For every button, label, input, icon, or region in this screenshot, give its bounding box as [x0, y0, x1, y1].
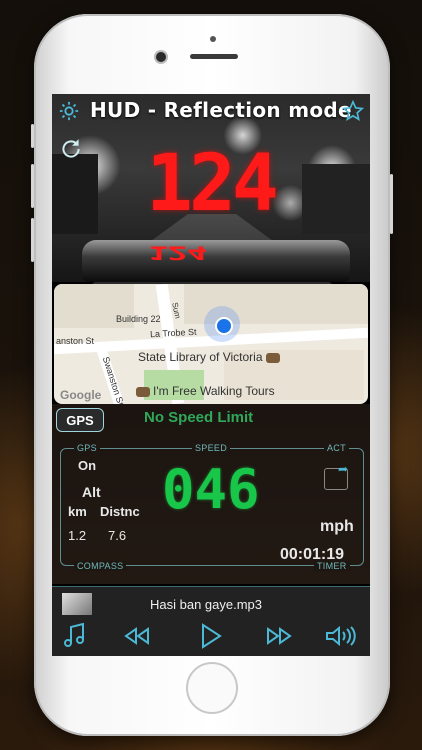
refresh-icon[interactable] [58, 136, 84, 162]
current-location-marker [204, 306, 240, 342]
act-section-label: ACT [324, 443, 349, 453]
player-controls [52, 617, 370, 656]
distance-value: 7.6 [108, 528, 127, 543]
distance-label: Distnc [100, 504, 140, 519]
fast-forward-icon[interactable] [262, 621, 296, 651]
car-dashboard [82, 240, 350, 282]
play-icon[interactable] [194, 621, 228, 651]
rewind-icon[interactable] [120, 621, 154, 651]
gps-section-label: GPS [74, 443, 100, 453]
app-screen: HUD - Reflection mode 124 124 Building 2… [52, 94, 370, 656]
tour-poi-icon [136, 386, 150, 397]
star-icon[interactable] [342, 100, 364, 122]
gps-state: On [78, 458, 97, 473]
hud-reflection-display: 124 [148, 241, 207, 264]
gps-button[interactable]: GPS [56, 408, 104, 432]
alt-label: Alt [82, 484, 101, 500]
speed-panel: GPS No Speed Limit GPS SPEED ACT COMPASS… [52, 404, 370, 584]
map-view[interactable]: Building 22 Sum anston St La Trobe St Sw… [54, 284, 368, 404]
compass-section-label: COMPASS [74, 561, 127, 571]
earpiece [190, 54, 238, 59]
speed-limit-label: No Speed Limit [144, 409, 254, 426]
music-note-icon[interactable] [58, 621, 92, 651]
volume-icon[interactable] [324, 621, 358, 651]
proximity-sensor [210, 36, 216, 42]
map-label-poi: I'm Free Walking Tours [136, 384, 275, 398]
track-title: Hasi ban gaye.mp3 [150, 597, 263, 612]
km-value: 1.2 [68, 528, 87, 543]
library-name: State Library of Victoria [138, 350, 263, 364]
speed-unit[interactable]: mph [320, 518, 354, 536]
map-label-street-vertical: Swanston St [100, 355, 126, 404]
trip-timer: 00:01:19 [280, 546, 345, 563]
km-label: km [68, 504, 87, 519]
title-bar: HUD - Reflection mode [52, 94, 370, 126]
building-silhouette [52, 154, 98, 234]
music-player: Hasi ban gaye.mp3 [52, 586, 370, 656]
share-arrow-icon[interactable]: ➦ [338, 462, 348, 476]
mute-switch [31, 124, 34, 148]
gear-icon[interactable] [58, 100, 80, 122]
speed-digits: 046 [162, 458, 260, 521]
album-art [62, 593, 92, 615]
speed-section-label: SPEED [192, 443, 231, 453]
home-button[interactable] [186, 662, 238, 714]
map-label-street-left: anston St [56, 336, 95, 346]
page-title: HUD - Reflection mode [90, 98, 352, 122]
hud-speed-display: 124 [146, 139, 279, 229]
front-camera [156, 52, 166, 62]
google-logo: Google [60, 388, 102, 402]
hud-hero: HUD - Reflection mode 124 124 [52, 94, 370, 284]
map-label-library: State Library of Victoria [138, 350, 280, 364]
power-button [390, 174, 393, 234]
building-silhouette [302, 164, 370, 234]
poi-name: I'm Free Walking Tours [153, 384, 275, 398]
volume-down-button [31, 218, 34, 262]
map-label-building: Building 22 [116, 314, 161, 324]
library-poi-icon [265, 352, 280, 363]
volume-up-button [31, 164, 34, 208]
